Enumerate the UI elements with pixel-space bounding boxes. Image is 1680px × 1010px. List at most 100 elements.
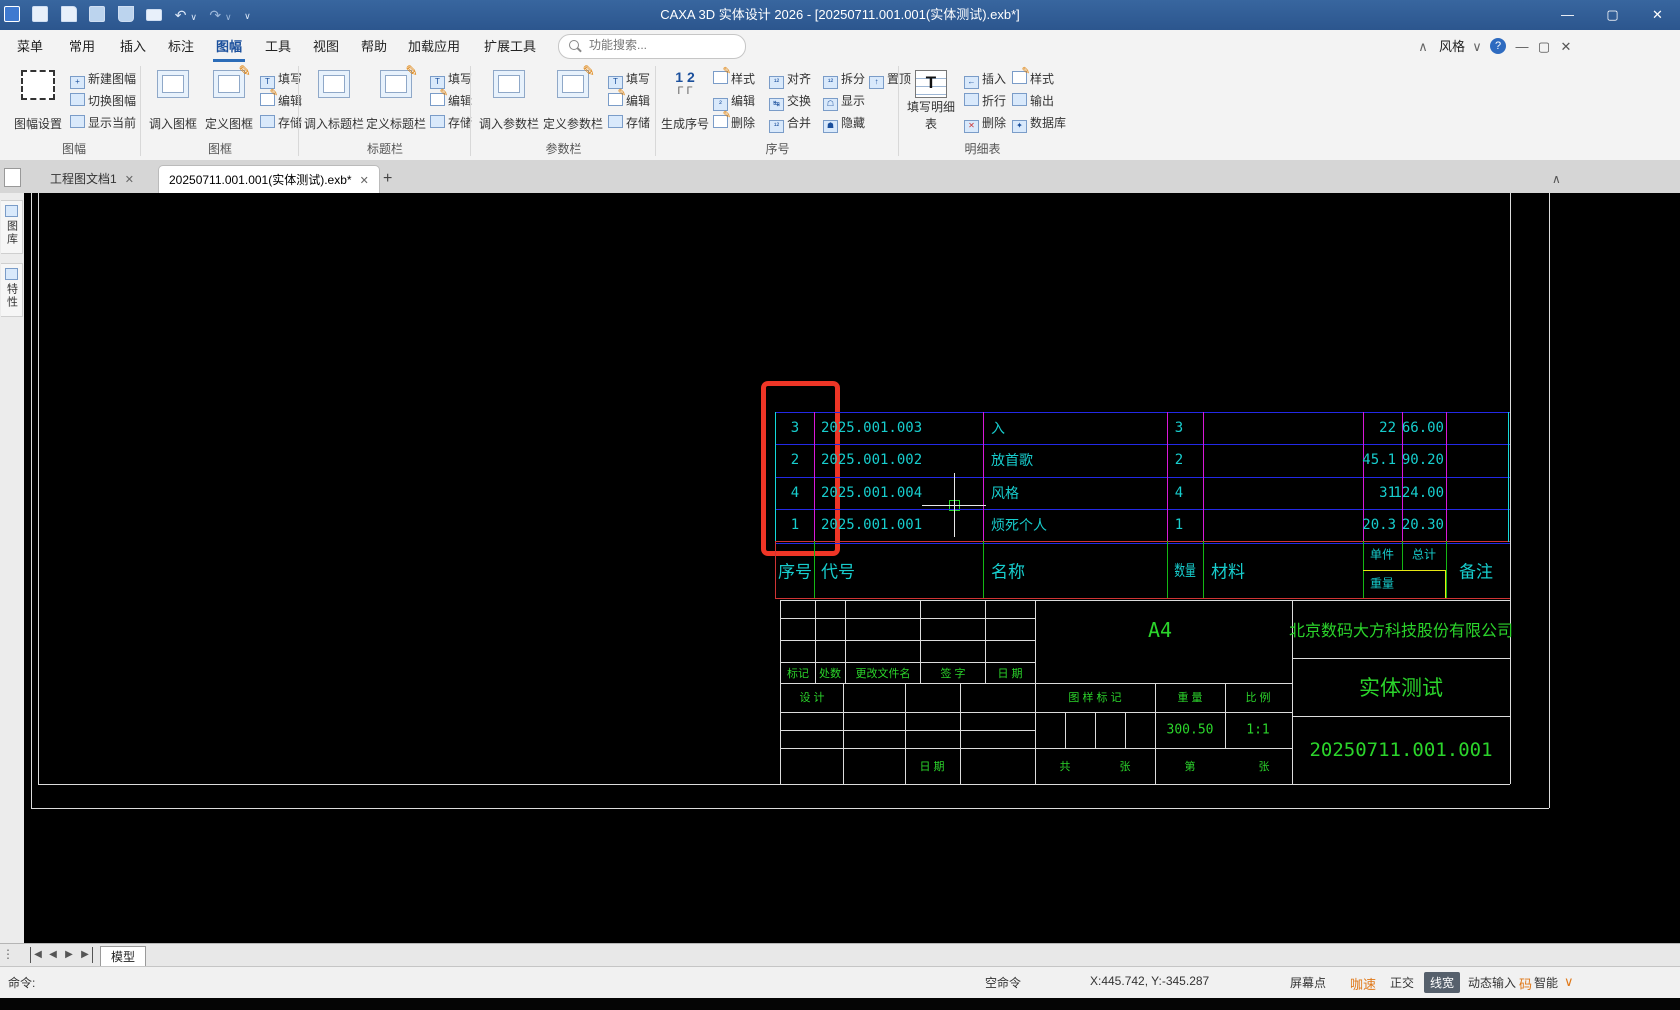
open-file-icon[interactable] (60, 6, 77, 26)
smart-snap-toggle[interactable]: 智能 (1534, 974, 1558, 991)
frame-save-button[interactable]: 存储 (260, 114, 302, 132)
balloon-edit-button[interactable]: ² 编辑 (713, 92, 755, 111)
balloon-show-button[interactable]: ☖ 显示 (823, 92, 865, 111)
cad-text: 1 (1174, 517, 1184, 533)
new-document-icon[interactable] (32, 6, 49, 26)
minimize-button[interactable]: — (1545, 0, 1590, 30)
bom-style-button[interactable]: 样式 (1012, 67, 1054, 88)
redo-button[interactable]: ↷ ∨ (209, 6, 231, 26)
sheet-settings-button[interactable]: 图幅设置 (10, 66, 66, 134)
menu-tab-common[interactable]: 常用 (62, 36, 102, 58)
side-tab-properties[interactable]: 特性 (1, 263, 23, 317)
bom-delete-button[interactable]: ✕ 删除 (964, 114, 1006, 133)
doc-tab-2-active[interactable]: 20250711.001.001(实体测试).exb* ✕ (158, 165, 380, 194)
chevron-down-icon[interactable]: ∨ (1470, 36, 1484, 58)
dots-icon[interactable]: ⋮ (2, 947, 14, 961)
customize-quick-access-icon[interactable]: ∨ (244, 7, 251, 25)
frame-fill-button[interactable]: T 填写 (260, 70, 302, 89)
snap-mode[interactable]: 屏幕点 (1290, 974, 1326, 991)
menu-tab-main[interactable]: 菜单 (10, 36, 50, 58)
bom-database-button[interactable]: ✦ 数据库 (1012, 114, 1066, 133)
load-titleblock-button[interactable]: 调入标题栏 (304, 66, 364, 134)
close-button[interactable]: ✕ (1635, 0, 1680, 30)
undo-button[interactable]: ↶ ∨ (175, 6, 197, 26)
new-sheet-button[interactable]: + 新建图幅 (70, 70, 136, 89)
new-tab-button[interactable]: + (383, 165, 392, 193)
chevron-up-icon[interactable]: ∧ (1416, 36, 1430, 58)
balloon-style-button[interactable]: 样式 (713, 67, 755, 88)
menu-tab-insert[interactable]: 插入 (113, 36, 153, 58)
close-icon[interactable]: ✕ (360, 175, 369, 187)
split-icon: ¹² (823, 76, 838, 89)
dynamic-input-toggle[interactable]: 动态输入 (1468, 974, 1516, 991)
drawing-canvas[interactable]: 序号 代号 名称 数量 材料 单件 总计 重量 备注 标记 处数 更改文件名签 字日 期设 计日 期图… (24, 193, 1680, 943)
doc-minimize-icon[interactable]: — (1514, 36, 1530, 58)
save-as-icon[interactable] (117, 6, 134, 26)
cad-line (780, 600, 781, 784)
cad-text: 放首歌 (991, 452, 1033, 468)
bom-insert-button[interactable]: ← 插入 (964, 70, 1006, 89)
parambar-fill-button[interactable]: T 填写 (608, 70, 650, 89)
titleblock-edit-button[interactable]: 编辑 (430, 89, 472, 110)
load-frame-button[interactable]: 调入图框 (146, 66, 200, 134)
menu-tab-sheet[interactable]: 图幅 (209, 36, 249, 62)
titleblock-fill-button[interactable]: T 填写 (430, 70, 472, 89)
chevron-down-icon[interactable]: ∨ (190, 12, 197, 22)
function-search-box[interactable] (558, 34, 746, 59)
ortho-toggle[interactable]: 正交 (1390, 974, 1414, 991)
last-sheet-button[interactable]: ▶ (78, 947, 93, 963)
collapse-chevron-icon[interactable]: ∧ (1552, 165, 1561, 193)
doc-close-icon[interactable]: ✕ (1558, 36, 1574, 58)
delete-icon: ✕ (964, 120, 979, 133)
frame-edit-button[interactable]: 编辑 (260, 89, 302, 110)
titleblock-save-button[interactable]: 存储 (430, 114, 472, 132)
balloon-delete-button[interactable]: 删除 (713, 111, 755, 132)
maximize-button[interactable]: ▢ (1590, 0, 1635, 30)
balloon-split-button[interactable]: ¹² 拆分 (823, 70, 865, 89)
define-parambar-button[interactable]: 定义参数栏 (542, 62, 604, 134)
search-input[interactable] (587, 37, 736, 53)
chevron-down-icon[interactable]: ∨ (225, 12, 232, 22)
style-icon (1012, 67, 1030, 84)
help-icon[interactable]: ? (1490, 38, 1506, 54)
fill-bom-button[interactable]: T 填写明细表 (902, 66, 960, 134)
balloon-swap-button[interactable]: ↹ 交换 (769, 92, 811, 111)
model-sheet-tab[interactable]: 模型 (100, 946, 146, 968)
chevron-down-icon[interactable]: ∨ (1564, 974, 1574, 990)
cad-text: 2025.001.003 (821, 420, 923, 436)
menu-tab-tools[interactable]: 工具 (258, 36, 298, 58)
switch-sheet-button[interactable]: 切换图幅 (70, 92, 136, 110)
balloon-merge-button[interactable]: ¹² 合并 (769, 114, 811, 133)
parambar-edit-button[interactable]: 编辑 (608, 89, 650, 110)
save-icon[interactable] (89, 6, 106, 26)
show-current-button[interactable]: 显示当前 (70, 114, 136, 132)
menu-tab-addons[interactable]: 加载应用 (402, 36, 466, 58)
generate-balloon-icon: 1 2 (670, 70, 700, 96)
close-icon[interactable]: ✕ (125, 174, 134, 186)
cad-line (38, 193, 39, 784)
next-sheet-button[interactable]: ▶ (62, 947, 76, 963)
load-parambar-button[interactable]: 调入参数栏 (478, 66, 540, 134)
generate-balloon-button[interactable]: 1 2 生成序号 (659, 66, 711, 134)
doc-tab-1[interactable]: 工程图文档1 ✕ (42, 165, 142, 193)
print-icon[interactable] (146, 7, 163, 25)
menu-tab-annotate[interactable]: 标注 (161, 36, 201, 58)
side-tab-library[interactable]: 图库 (1, 200, 23, 254)
prev-sheet-button[interactable]: ◀ (46, 947, 60, 963)
menu-tab-help[interactable]: 帮助 (354, 36, 394, 58)
first-sheet-button[interactable]: ◀ (30, 947, 45, 963)
style-selector[interactable]: 风格 (1436, 36, 1468, 58)
align-icon: ¹² (769, 76, 784, 89)
bom-wrap-button[interactable]: 折行 (964, 92, 1006, 110)
bom-output-button[interactable]: 输出 (1012, 92, 1054, 110)
menu-tab-ext-tools[interactable]: 扩展工具 (478, 36, 542, 58)
doc-restore-icon[interactable]: ▢ (1536, 36, 1552, 58)
group-separator (140, 66, 141, 156)
balloon-hide-button[interactable]: ☗ 隐藏 (823, 114, 865, 133)
define-titleblock-button[interactable]: 定义标题栏 (366, 62, 426, 134)
define-frame-button[interactable]: 定义图框 (202, 62, 256, 134)
parambar-save-button[interactable]: 存储 (608, 114, 650, 132)
linewidth-toggle[interactable]: 线宽 (1424, 972, 1461, 993)
menu-tab-view[interactable]: 视图 (306, 36, 346, 58)
balloon-align-button[interactable]: ¹² 对齐 (769, 70, 811, 89)
